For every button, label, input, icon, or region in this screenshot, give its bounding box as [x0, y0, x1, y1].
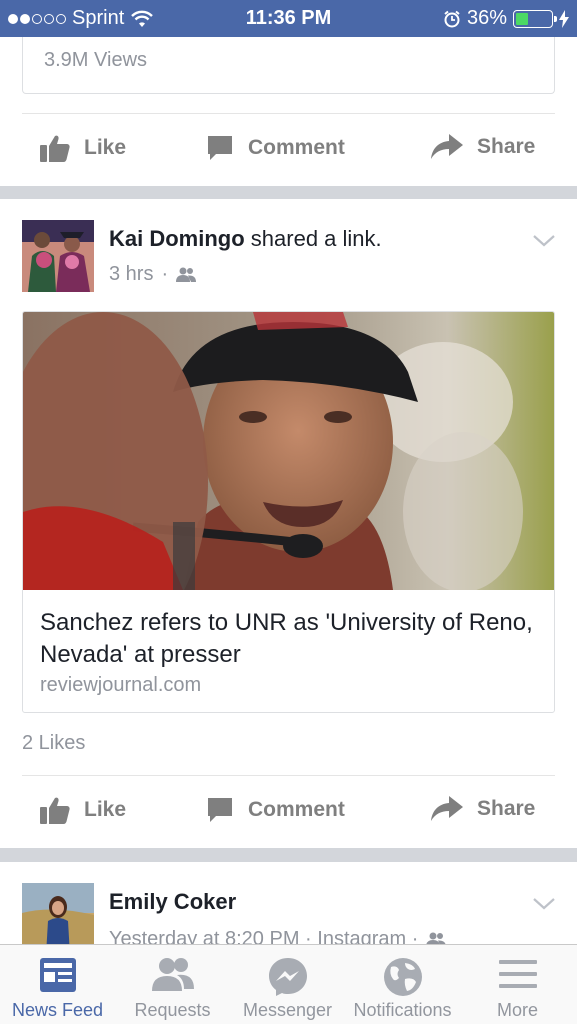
like-button[interactable]: Like: [40, 796, 126, 824]
menu-icon: [498, 960, 537, 988]
comment-icon: [208, 136, 232, 160]
thumbs-up-icon: [40, 797, 70, 824]
comment-label: Comment: [248, 136, 345, 159]
battery-level: [516, 12, 529, 25]
like-button[interactable]: Like: [40, 134, 126, 162]
friend-requests-icon: [151, 958, 194, 991]
comment-button[interactable]: Comment: [206, 796, 345, 824]
link-image: [23, 312, 554, 590]
tab-requests[interactable]: Requests: [115, 945, 230, 1024]
post-meta: Yesterday at 8:20 PM · Instagram ·: [109, 928, 447, 944]
action-bar: Like Comment Share: [22, 775, 555, 848]
share-label: Share: [477, 797, 536, 820]
post-card: Emily Coker Yesterday at 8:20 PM · Insta…: [0, 862, 577, 944]
charging-bolt-icon: [559, 9, 569, 28]
post-meta: 3 hrs ·: [109, 263, 197, 286]
comment-button[interactable]: Comment: [206, 134, 345, 162]
tab-more[interactable]: More: [460, 945, 575, 1024]
chevron-down-icon[interactable]: [533, 235, 555, 247]
post-action-text: shared a link.: [244, 226, 382, 251]
link-domain: reviewjournal.com: [40, 674, 202, 696]
like-label: Like: [84, 798, 127, 821]
like-label: Like: [84, 136, 127, 159]
link-title: Sanchez refers to UNR as 'University of …: [40, 609, 533, 668]
alarm-icon: [444, 10, 460, 27]
thumbs-up-icon: [40, 135, 70, 162]
author-name[interactable]: Kai Domingo: [109, 226, 245, 251]
tab-label: Notifications: [353, 1000, 452, 1020]
post-header: Emily Coker: [109, 889, 236, 915]
tab-bar: News Feed Requests Messenger Notificatio…: [0, 944, 577, 1024]
avatar[interactable]: [22, 220, 94, 292]
share-button[interactable]: Share: [431, 796, 535, 822]
tab-news-feed[interactable]: News Feed: [0, 945, 115, 1024]
post-card: Kai Domingo shared a link. 3 hrs · Sanch…: [0, 199, 577, 848]
post-meta-text[interactable]: Yesterday at 8:20 PM · Instagram ·: [109, 928, 418, 944]
friends-audience-icon: [426, 932, 447, 944]
post-time[interactable]: 3 hrs: [109, 263, 153, 286]
author-name[interactable]: Emily Coker: [109, 889, 236, 914]
status-bar: Sprint 11:36 PM 36%: [0, 0, 577, 37]
share-icon: [431, 796, 463, 821]
share-label: Share: [477, 135, 536, 158]
views-count: 3.9M Views: [44, 49, 148, 71]
comment-icon: [208, 798, 232, 822]
action-bar: Like Comment Share: [22, 113, 555, 186]
tab-label: Messenger: [242, 1000, 333, 1020]
battery-percent: 36%: [466, 7, 507, 29]
link-preview[interactable]: Sanchez refers to UNR as 'University of …: [22, 311, 555, 713]
previous-post-card: 3.9M Views Like Comment Share: [0, 37, 577, 186]
battery-icon: [513, 9, 557, 28]
post-header: Kai Domingo shared a link.: [109, 226, 382, 252]
news-feed-icon: [39, 958, 76, 992]
tab-label: Requests: [134, 1000, 211, 1020]
tab-label: More: [496, 1000, 538, 1020]
avatar[interactable]: [22, 883, 94, 944]
video-stats-box: 3.9M Views: [22, 37, 555, 94]
comment-label: Comment: [248, 798, 345, 821]
likes-count[interactable]: 2 Likes: [22, 732, 85, 755]
tab-label: News Feed: [11, 1000, 104, 1020]
share-button[interactable]: Share: [431, 134, 535, 160]
meta-separator: ·: [161, 263, 169, 285]
tab-notifications[interactable]: Notifications: [345, 945, 460, 1024]
tab-messenger[interactable]: Messenger: [230, 945, 345, 1024]
chevron-down-icon[interactable]: [533, 898, 555, 910]
globe-icon: [383, 958, 422, 996]
friends-audience-icon: [176, 267, 197, 282]
share-icon: [431, 134, 463, 159]
status-right: 36%: [443, 7, 569, 30]
messenger-icon: [268, 958, 307, 996]
